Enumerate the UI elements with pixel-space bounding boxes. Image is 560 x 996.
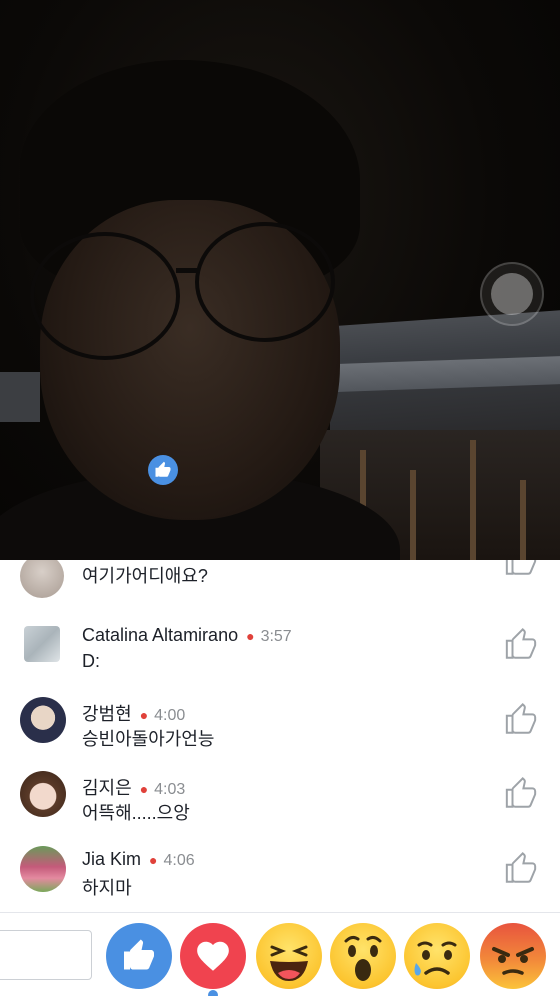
thumbs-up-icon [124, 939, 154, 970]
comment-text: 어뜩해.....으앙 [82, 803, 190, 823]
comment-item: Catalina Altamirano ● 3:57 D: [0, 620, 560, 690]
comment-time: 4:06 [163, 852, 195, 869]
comment-item: 여기가어디애요? [0, 560, 560, 620]
avatar [20, 771, 66, 817]
comment-author[interactable]: Jia Kim [82, 849, 141, 869]
comment-author[interactable]: 김지은 [82, 778, 132, 798]
haha-reaction-button[interactable] [256, 923, 322, 989]
comment-author[interactable]: Catalina Altamirano [82, 625, 238, 645]
live-dot: ● [246, 628, 255, 644]
like-comment-icon[interactable] [504, 560, 538, 578]
comment-author[interactable]: 강범현 [82, 704, 132, 724]
comment-text: 하지마 [82, 878, 132, 898]
comment-list[interactable]: 여기가어디애요? Catalina Altamirano ● 3:57 D: 강범현… [0, 560, 560, 912]
live-dot: ● [139, 707, 149, 723]
angry-reaction-button[interactable] [480, 923, 546, 989]
live-dot: ● [149, 852, 158, 868]
comment-time: 4:03 [154, 781, 186, 798]
live-video[interactable] [0, 0, 560, 560]
comment-item: 김지은 ● 4:03 어뜩해.....으앙 [0, 769, 560, 839]
comment-time: 4:00 [154, 707, 186, 724]
comment-input[interactable] [0, 930, 92, 980]
comment-time: 3:57 [260, 628, 292, 645]
avatar [20, 846, 66, 892]
like-comment-icon[interactable] [504, 628, 538, 662]
glasses [30, 232, 180, 360]
floating-like-icon [148, 455, 178, 485]
avatar [24, 626, 60, 662]
wow-reaction-button[interactable] [330, 923, 396, 989]
comment-text: 여기가어디애요? [82, 566, 208, 586]
like-comment-icon[interactable] [504, 703, 538, 737]
comment-item: 강범현 ● 4:00 승빈아돌아가언능 [0, 695, 560, 765]
comment-text: 승빈아돌아가언능 [82, 729, 215, 749]
reaction-bar [0, 912, 560, 996]
sad-reaction-button[interactable] [404, 923, 470, 989]
comment-item: Jia Kim ● 4:06 하지마 [0, 844, 560, 912]
avatar [20, 697, 66, 743]
like-reaction-button[interactable] [106, 923, 172, 989]
avatar [20, 560, 64, 598]
like-comment-icon[interactable] [504, 852, 538, 886]
like-comment-icon[interactable] [504, 777, 538, 811]
heart-icon [197, 941, 229, 971]
record-icon[interactable] [480, 262, 544, 326]
live-dot: ● [139, 781, 149, 797]
love-reaction-button[interactable] [180, 923, 246, 989]
selected-reaction-indicator [208, 990, 218, 996]
comment-text: D: [82, 651, 100, 671]
